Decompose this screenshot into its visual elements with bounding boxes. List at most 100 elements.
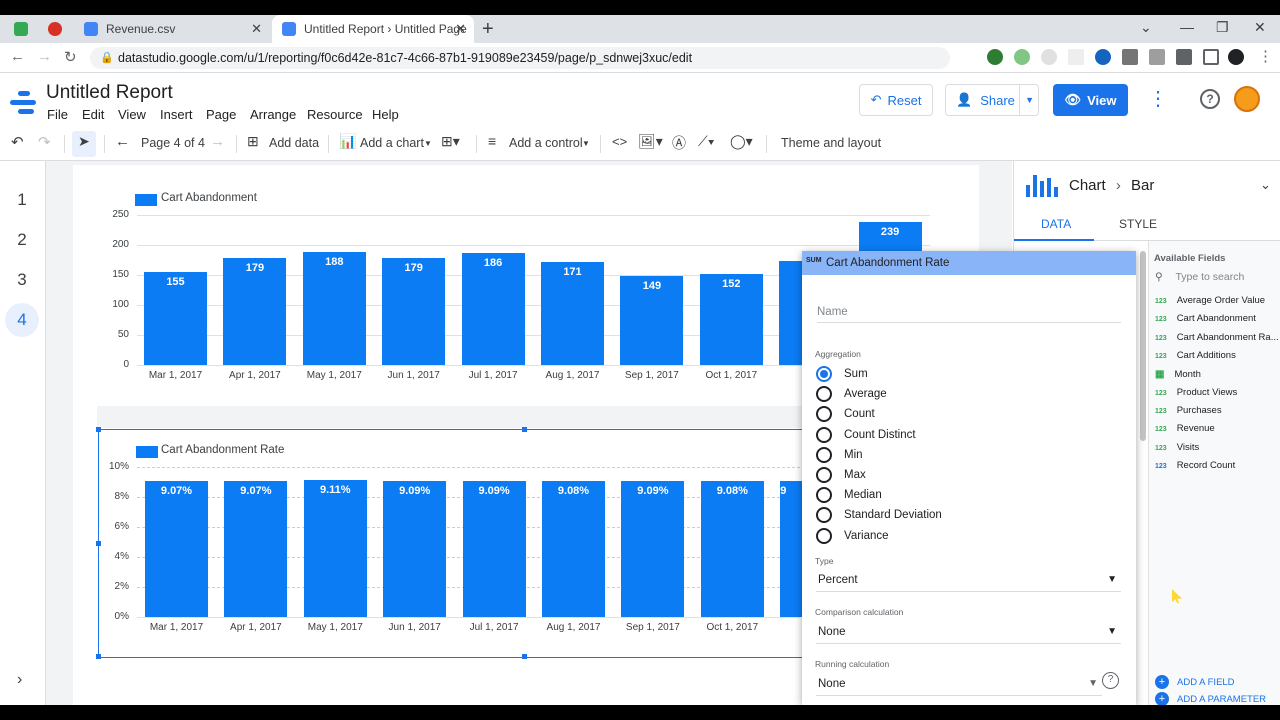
maximize-icon[interactable]: ❐ [1216, 19, 1229, 36]
embed-code-icon[interactable]: <> [612, 134, 627, 149]
resize-handle[interactable] [96, 654, 101, 659]
field-search-input[interactable]: ⚲ Type to search [1155, 271, 1244, 283]
add-chart-button[interactable]: Add a chart [360, 136, 424, 150]
menu-insert[interactable]: Insert [160, 107, 193, 122]
menu-resource[interactable]: Resource [307, 107, 363, 122]
aggregation-option[interactable]: Sum [816, 365, 868, 383]
running-select[interactable]: None ▼ [816, 674, 1102, 696]
aggregation-option[interactable]: Variance [816, 527, 889, 545]
extension-icon[interactable] [1041, 49, 1057, 65]
resize-handle[interactable] [96, 427, 101, 432]
next-page-icon[interactable]: → [210, 133, 225, 150]
extension-icon[interactable] [1095, 49, 1111, 65]
field-item[interactable]: 123 Visits [1155, 442, 1279, 453]
menu-page[interactable]: Page [206, 107, 236, 122]
field-item[interactable]: 123 Record Count [1155, 460, 1279, 471]
help-icon[interactable]: ? [1200, 89, 1220, 109]
text-box-icon[interactable]: Ⓐ [672, 133, 686, 153]
gmail-pinned-tab[interactable] [48, 15, 68, 43]
bar[interactable] [223, 257, 287, 365]
field-item[interactable]: 123 Revenue [1155, 423, 1279, 434]
field-item[interactable]: 123 Purchases [1155, 405, 1279, 416]
close-tab-icon[interactable]: ✕ [455, 21, 466, 37]
menu-arrange[interactable]: Arrange [250, 107, 296, 122]
tab-style[interactable]: STYLE [1119, 217, 1157, 231]
image-icon[interactable]: 🖼▾ [638, 133, 663, 150]
help-icon[interactable]: ? [1102, 672, 1119, 689]
page-thumb-1[interactable]: 1 [5, 183, 39, 217]
more-options-icon[interactable]: ⋮ [1148, 86, 1168, 111]
add-data-button[interactable]: Add data [269, 136, 319, 150]
extension-icon[interactable] [1122, 49, 1138, 65]
url-field[interactable]: 🔒 datastudio.google.com/u/1/reporting/f0… [90, 47, 950, 69]
field-item[interactable]: 123 Product Views [1155, 387, 1279, 398]
select-cursor-icon[interactable]: ➤ [78, 133, 90, 150]
redo-icon[interactable]: ↷ [38, 133, 51, 151]
type-select[interactable]: Percent ▼ [816, 570, 1121, 592]
tab-revenue-csv[interactable]: Revenue.csv ✕ [76, 15, 270, 43]
aggregation-option[interactable]: Average [816, 385, 887, 403]
aggregation-option[interactable]: Median [816, 486, 882, 504]
menu-help[interactable]: Help [372, 107, 399, 122]
back-icon[interactable]: ← [10, 48, 25, 65]
field-item[interactable]: 123 Cart Abandonment Ra... [1155, 332, 1279, 343]
chevron-down-icon[interactable]: ▼ [582, 139, 590, 148]
collapse-panel-icon[interactable]: ⌄ [1260, 177, 1271, 193]
extension-icon[interactable] [1014, 49, 1030, 65]
line-icon[interactable]: ⟋▾ [698, 133, 715, 150]
extension-icon[interactable] [987, 49, 1003, 65]
field-item[interactable]: ▦ Month [1155, 369, 1279, 380]
extension-icon[interactable] [1149, 49, 1165, 65]
aggregation-option[interactable]: Count [816, 405, 875, 423]
undo-icon[interactable]: ↶ [11, 133, 24, 151]
comparison-select[interactable]: None ▼ [816, 622, 1121, 644]
page-thumb-3[interactable]: 3 [5, 263, 39, 297]
close-tab-icon[interactable]: ✕ [251, 21, 262, 37]
forward-icon[interactable]: → [37, 48, 52, 65]
data-studio-logo-icon[interactable] [10, 91, 36, 115]
resize-handle[interactable] [522, 427, 527, 432]
tab-untitled-report[interactable]: Untitled Report › Untitled Page ✕ [272, 15, 474, 43]
report-title[interactable]: Untitled Report [46, 82, 173, 104]
field-item[interactable]: 123 Cart Additions [1155, 350, 1279, 361]
profile-icon[interactable] [1228, 49, 1244, 65]
field-item[interactable]: 123 Cart Abandonment [1155, 313, 1279, 324]
previous-page-icon[interactable]: ← [115, 133, 130, 150]
avatar[interactable] [1234, 86, 1260, 112]
bar[interactable] [461, 253, 525, 365]
bar[interactable] [302, 252, 366, 365]
aggregation-option[interactable]: Min [816, 446, 863, 464]
panel-scrollbar[interactable] [1140, 251, 1146, 441]
sheets-pinned-tab[interactable] [14, 15, 34, 43]
expand-pages-icon[interactable]: › [17, 671, 22, 689]
resize-handle[interactable] [96, 541, 101, 546]
sidepanel-icon[interactable] [1203, 49, 1219, 65]
aggregation-option[interactable]: Count Distinct [816, 426, 916, 444]
share-dropdown-icon[interactable]: ▼ [1019, 85, 1034, 115]
community-viz-icon[interactable]: ⊞▾ [441, 133, 460, 150]
minimize-icon[interactable]: — [1180, 19, 1194, 35]
extension-icon[interactable] [1068, 49, 1084, 65]
page-thumb-2[interactable]: 2 [5, 223, 39, 257]
reset-button[interactable]: ↶ Reset [859, 84, 933, 116]
add-control-button[interactable]: Add a control [509, 136, 583, 150]
chart-selection-box[interactable] [98, 429, 804, 658]
chevron-down-icon[interactable]: ▼ [424, 139, 432, 148]
field-item[interactable]: 123 Average Order Value [1155, 295, 1279, 306]
bar[interactable] [382, 257, 446, 365]
new-tab-icon[interactable]: + [482, 18, 494, 41]
menu-view[interactable]: View [118, 107, 146, 122]
add-parameter-button[interactable]: + ADD A PARAMETER [1155, 692, 1266, 705]
view-button[interactable]: 👁 View [1053, 84, 1128, 116]
browser-menu-icon[interactable]: ⋮ [1258, 47, 1273, 65]
page-thumb-4[interactable]: 4 [5, 303, 39, 337]
menu-file[interactable]: File [47, 107, 68, 122]
puzzle-icon[interactable] [1176, 49, 1192, 65]
theme-and-layout-button[interactable]: Theme and layout [781, 136, 881, 150]
metric-name-input[interactable] [817, 301, 1121, 323]
close-window-icon[interactable]: ✕ [1254, 19, 1266, 36]
share-button[interactable]: 👤 Share ▼ [945, 84, 1039, 116]
add-field-button[interactable]: + ADD A FIELD [1155, 675, 1235, 689]
tab-data[interactable]: DATA [1041, 217, 1071, 231]
tab-search-icon[interactable]: ⌄ [1140, 19, 1152, 36]
